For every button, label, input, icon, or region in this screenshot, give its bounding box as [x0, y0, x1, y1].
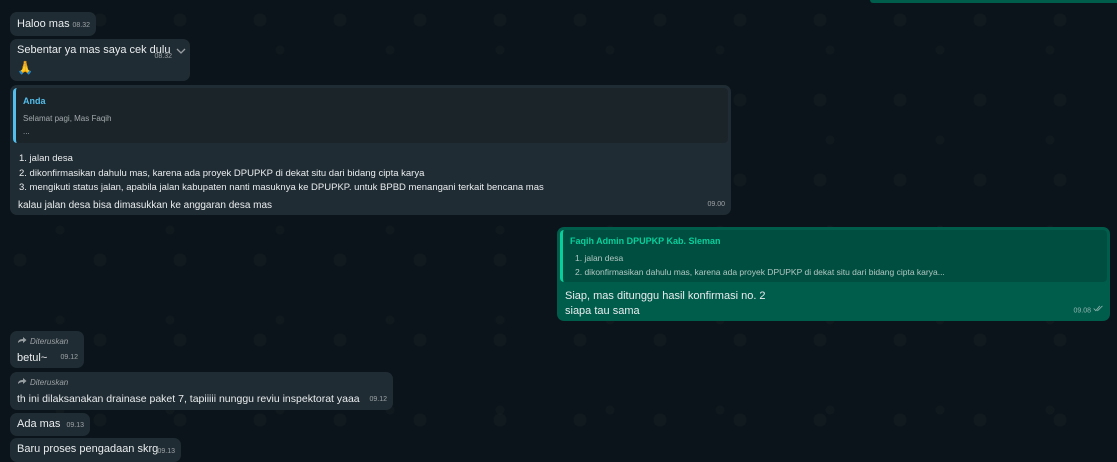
quote-list: 1. jalan desa 2. dikonfirmasikan dahulu …	[575, 251, 1100, 279]
quoted-message[interactable]: Faqih Admin DPUPKP Kab. Sleman 1. jalan …	[560, 230, 1107, 282]
quote-ellipsis: ...	[23, 127, 30, 136]
list-item: 1. jalan desa	[19, 153, 73, 164]
chevron-down-icon[interactable]	[176, 45, 186, 54]
list-item: 2. dikonfirmasikan dahulu mas, karena ad…	[19, 167, 425, 179]
message-incoming-1[interactable]: Haloo mas 08.32	[10, 12, 96, 36]
message-time: 09.12	[369, 396, 387, 403]
message-incoming-4[interactable]: Ada mas 09.13	[10, 413, 90, 436]
message-time: 08.32	[154, 53, 172, 60]
numbered-list: 1. jalan desa 2. dikonfirmasikan dahulu …	[19, 152, 728, 196]
double-check-icon	[1093, 303, 1104, 318]
message-text: Baru proses pengadaan skrg	[17, 443, 159, 455]
message-outgoing-1[interactable]: Faqih Admin DPUPKP Kab. Sleman 1. jalan …	[557, 227, 1110, 321]
quote-list-item: 1. jalan desa	[575, 253, 624, 263]
list-item: 3. mengikuti status jalan, apabila jalan…	[19, 182, 544, 193]
message-time: 09.08	[1074, 303, 1104, 318]
quote-line: Selamat pagi, Mas Faqih	[23, 114, 112, 123]
message-text: kalau jalan desa bisa dimasukkan ke angg…	[18, 199, 273, 211]
message-incoming-2[interactable]: Sebentar ya mas saya cek dulu 🙏 08.32	[10, 39, 190, 81]
message-incoming-5[interactable]: Baru proses pengadaan skrg 09.13	[10, 438, 181, 462]
message-time: 09.13	[66, 422, 84, 429]
forwarded-label: Diteruskan	[17, 335, 77, 347]
previous-outgoing-bubble-edge	[870, 0, 1117, 3]
message-incoming-forwarded-1[interactable]: Diteruskan betul~ 09.12	[10, 331, 84, 368]
message-time: 09.00	[707, 201, 725, 208]
quote-author: Faqih Admin DPUPKP Kab. Sleman	[570, 236, 721, 246]
quote-list-item: 2. dikonfirmasikan dahulu mas, karena ad…	[575, 267, 945, 277]
forward-arrow-icon	[17, 375, 27, 390]
message-incoming-3[interactable]: Anda Selamat pagi, Mas Faqih ... 1. jala…	[10, 85, 731, 215]
forward-arrow-icon	[17, 334, 27, 349]
quote-author: Anda	[23, 96, 46, 106]
message-text: siapa tau sama	[565, 305, 640, 317]
message-time: 09.13	[157, 448, 175, 455]
message-time: 08.32	[72, 22, 90, 29]
message-text: Ada mas	[17, 418, 61, 430]
forwarded-label: Diteruskan	[17, 376, 386, 388]
message-text: Siap, mas ditunggu hasil konfirmasi no. …	[565, 290, 766, 302]
message-incoming-forwarded-2[interactable]: Diteruskan th ini dilaksanakan drainase …	[10, 372, 393, 410]
message-time: 09.12	[60, 354, 78, 361]
message-text: th ini dilaksanakan drainase paket 7, ta…	[17, 393, 360, 405]
message-text: Haloo mas	[17, 18, 70, 30]
quoted-message[interactable]: Anda Selamat pagi, Mas Faqih ...	[13, 88, 728, 143]
